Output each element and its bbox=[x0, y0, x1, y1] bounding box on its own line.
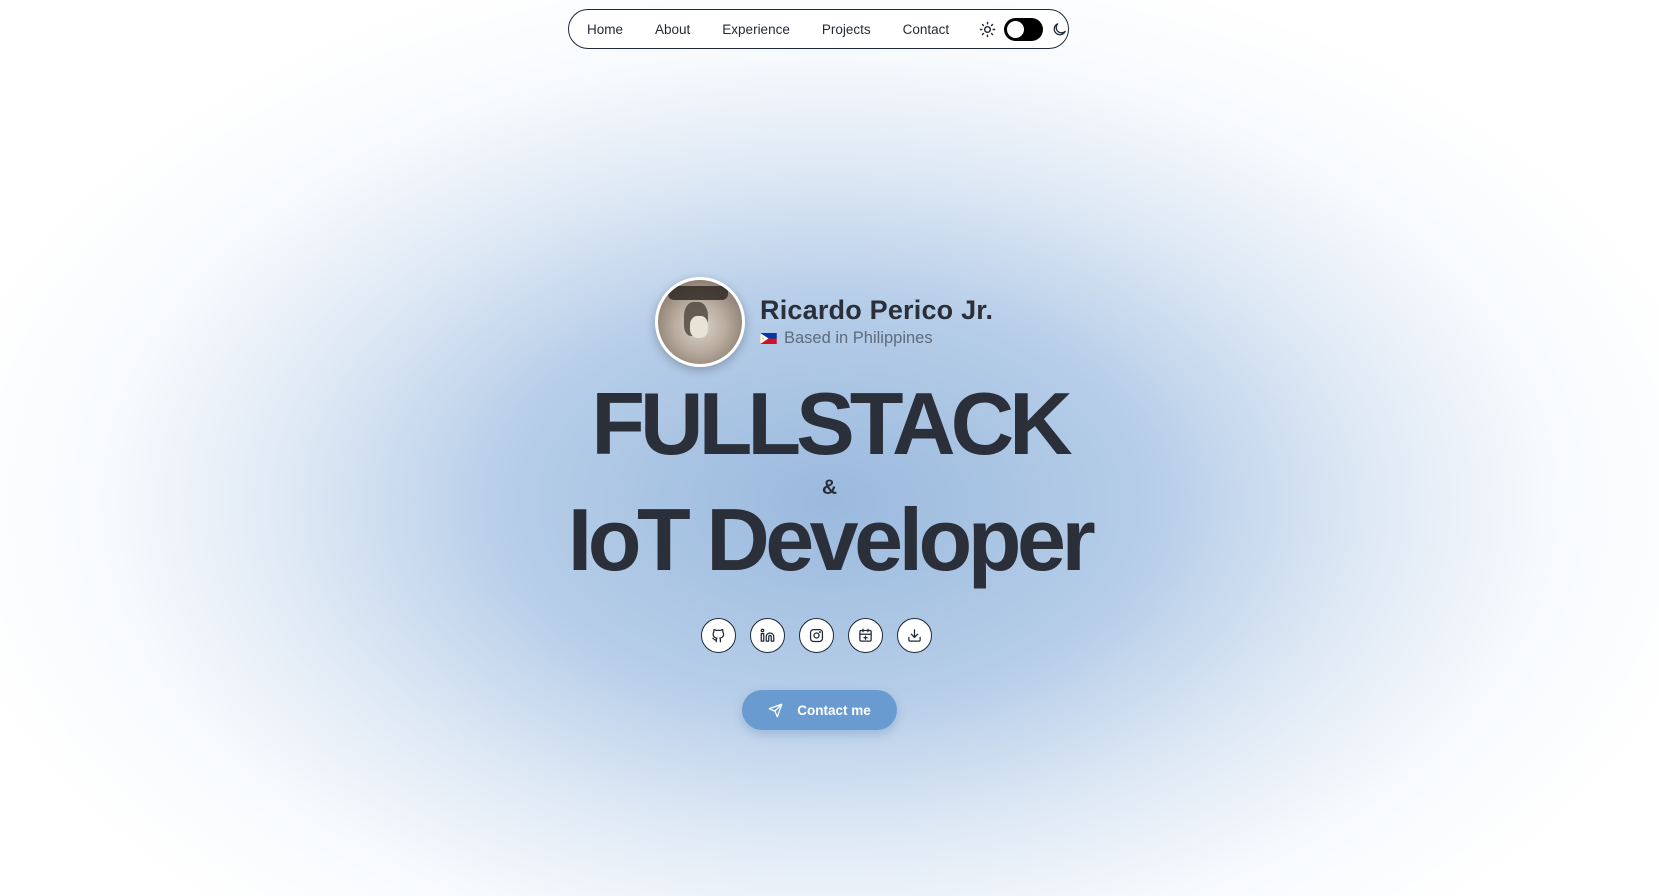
profile-location: Based in Philippines bbox=[760, 329, 993, 348]
profile-text: Ricardo Perico Jr. Based in Philippines bbox=[760, 294, 994, 349]
contact-me-button[interactable]: Contact me bbox=[742, 690, 897, 730]
nav-link-contact[interactable]: Contact bbox=[903, 22, 950, 37]
instagram-icon bbox=[809, 628, 824, 643]
contact-me-label: Contact me bbox=[797, 702, 871, 718]
sun-icon bbox=[979, 21, 996, 38]
schedule-button[interactable] bbox=[848, 618, 883, 653]
avatar-photo-detail bbox=[690, 316, 708, 338]
instagram-button[interactable] bbox=[799, 618, 834, 653]
philippines-flag-icon bbox=[760, 333, 777, 345]
moon-icon bbox=[1051, 21, 1068, 38]
theme-switcher bbox=[979, 17, 1068, 41]
nav-link-experience[interactable]: Experience bbox=[722, 22, 790, 37]
send-icon bbox=[768, 703, 783, 717]
linkedin-icon bbox=[760, 628, 775, 642]
nav-link-projects[interactable]: Projects bbox=[822, 22, 871, 37]
nav-link-home[interactable]: Home bbox=[587, 22, 623, 37]
theme-toggle[interactable] bbox=[1004, 17, 1044, 41]
social-links bbox=[701, 618, 932, 653]
linkedin-button[interactable] bbox=[750, 618, 785, 653]
top-navbar: Home About Experience Projects Contact bbox=[568, 9, 1069, 49]
download-resume-button[interactable] bbox=[897, 618, 932, 653]
download-icon bbox=[908, 629, 921, 642]
github-icon bbox=[712, 628, 725, 643]
profile-header: Ricardo Perico Jr. Based in Philippines bbox=[655, 277, 993, 367]
avatar bbox=[655, 277, 745, 367]
avatar-photo-detail bbox=[668, 286, 728, 300]
headline-line-2: IoT Developer bbox=[567, 490, 1096, 589]
location-text: Based in Philippines bbox=[784, 329, 933, 348]
calendar-plus-icon bbox=[859, 628, 872, 642]
nav-link-about[interactable]: About bbox=[655, 22, 690, 37]
profile-name: Ricardo Perico Jr. bbox=[760, 294, 994, 325]
toggle-knob bbox=[1007, 20, 1025, 38]
github-button[interactable] bbox=[701, 618, 736, 653]
headline-line-1: FULLSTACK bbox=[591, 374, 1072, 473]
